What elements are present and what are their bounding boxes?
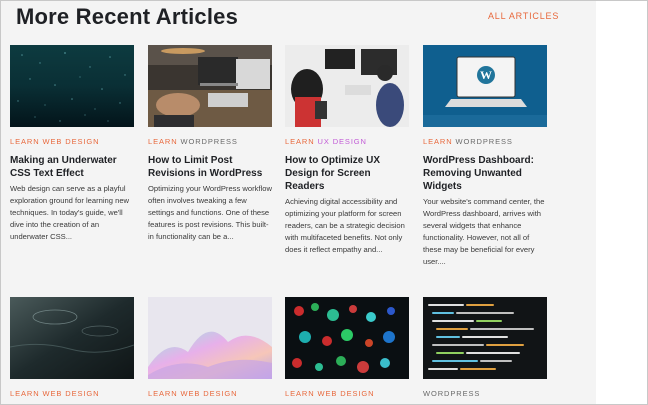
article-card[interactable]: LEARN UX DESIGN How to Optimize UX Desig… — [285, 45, 409, 256]
section-title: More Recent Articles — [16, 4, 239, 29]
article-title[interactable]: How to Limit Post Revisions in WordPress — [148, 154, 272, 180]
category-link[interactable]: WEB DESIGN — [43, 389, 100, 398]
article-category: LEARN WEB DESIGN — [285, 389, 375, 398]
category-link[interactable]: WEB DESIGN — [318, 389, 375, 398]
article-card[interactable]: LEARN WEB DESIGN — [10, 297, 134, 398]
article-excerpt: Optimizing your WordPress workflow often… — [148, 184, 272, 241]
article-title[interactable]: Making an Underwater CSS Text Effect — [10, 154, 134, 180]
article-excerpt: Achieving digital accessibility and opti… — [285, 197, 405, 254]
article-category: LEARN WORDPRESS — [148, 137, 238, 146]
article-category: LEARN WEB DESIGN — [148, 389, 238, 398]
article-card[interactable]: LEARN WEB DESIGN Making an Underwater CS… — [10, 45, 134, 243]
article-card[interactable]: LEARN WORDPRESS How to Limit Post Revisi… — [148, 45, 272, 243]
category-link[interactable]: WORDPRESS — [423, 389, 480, 398]
article-card[interactable]: W LEARN WORDPRESS WordPress Dashboard: R… — [423, 45, 547, 268]
article-title[interactable]: WordPress Dashboard: Removing Unwanted W… — [423, 154, 547, 193]
article-thumbnail-wordpress-laptop[interactable]: W — [423, 45, 547, 127]
article-thumbnail-code-screen[interactable] — [423, 297, 547, 379]
article-category: WORDPRESS — [423, 389, 547, 398]
article-thumbnail-dark-water[interactable] — [10, 297, 134, 379]
article-card[interactable]: WORDPRESS — [423, 297, 547, 398]
category-link[interactable]: WEB DESIGN — [43, 137, 100, 146]
article-category: LEARN WORDPRESS — [423, 137, 513, 146]
article-title[interactable]: How to Optimize UX Design for Screen Rea… — [285, 154, 409, 193]
article-card[interactable]: LEARN WEB DESIGN — [148, 297, 272, 398]
svg-text:W: W — [480, 68, 492, 82]
category-link[interactable]: WORDPRESS — [181, 137, 238, 146]
all-articles-link[interactable]: ALL ARTICLES — [488, 11, 559, 21]
category-link[interactable]: WEB DESIGN — [181, 389, 238, 398]
article-thumbnail-underwater[interactable] — [10, 45, 134, 127]
article-thumbnail-laptop-desk[interactable] — [148, 45, 272, 127]
category-link[interactable]: WORDPRESS — [456, 137, 513, 146]
article-excerpt: Web design can serve as a playful explor… — [10, 184, 130, 241]
article-card[interactable]: LEARN WEB DESIGN — [285, 297, 409, 398]
page-margin — [596, 0, 648, 405]
article-category: LEARN WEB DESIGN — [10, 389, 100, 398]
article-category: LEARN WEB DESIGN — [10, 137, 100, 146]
article-excerpt: Your website's command center, the WordP… — [423, 197, 545, 266]
article-category: LEARN UX DESIGN — [285, 137, 367, 146]
article-thumbnail-neon-lights[interactable] — [285, 297, 409, 379]
category-link[interactable]: UX DESIGN — [318, 137, 367, 146]
article-thumbnail-iridescent[interactable] — [148, 297, 272, 379]
article-thumbnail-workspace[interactable] — [285, 45, 409, 127]
